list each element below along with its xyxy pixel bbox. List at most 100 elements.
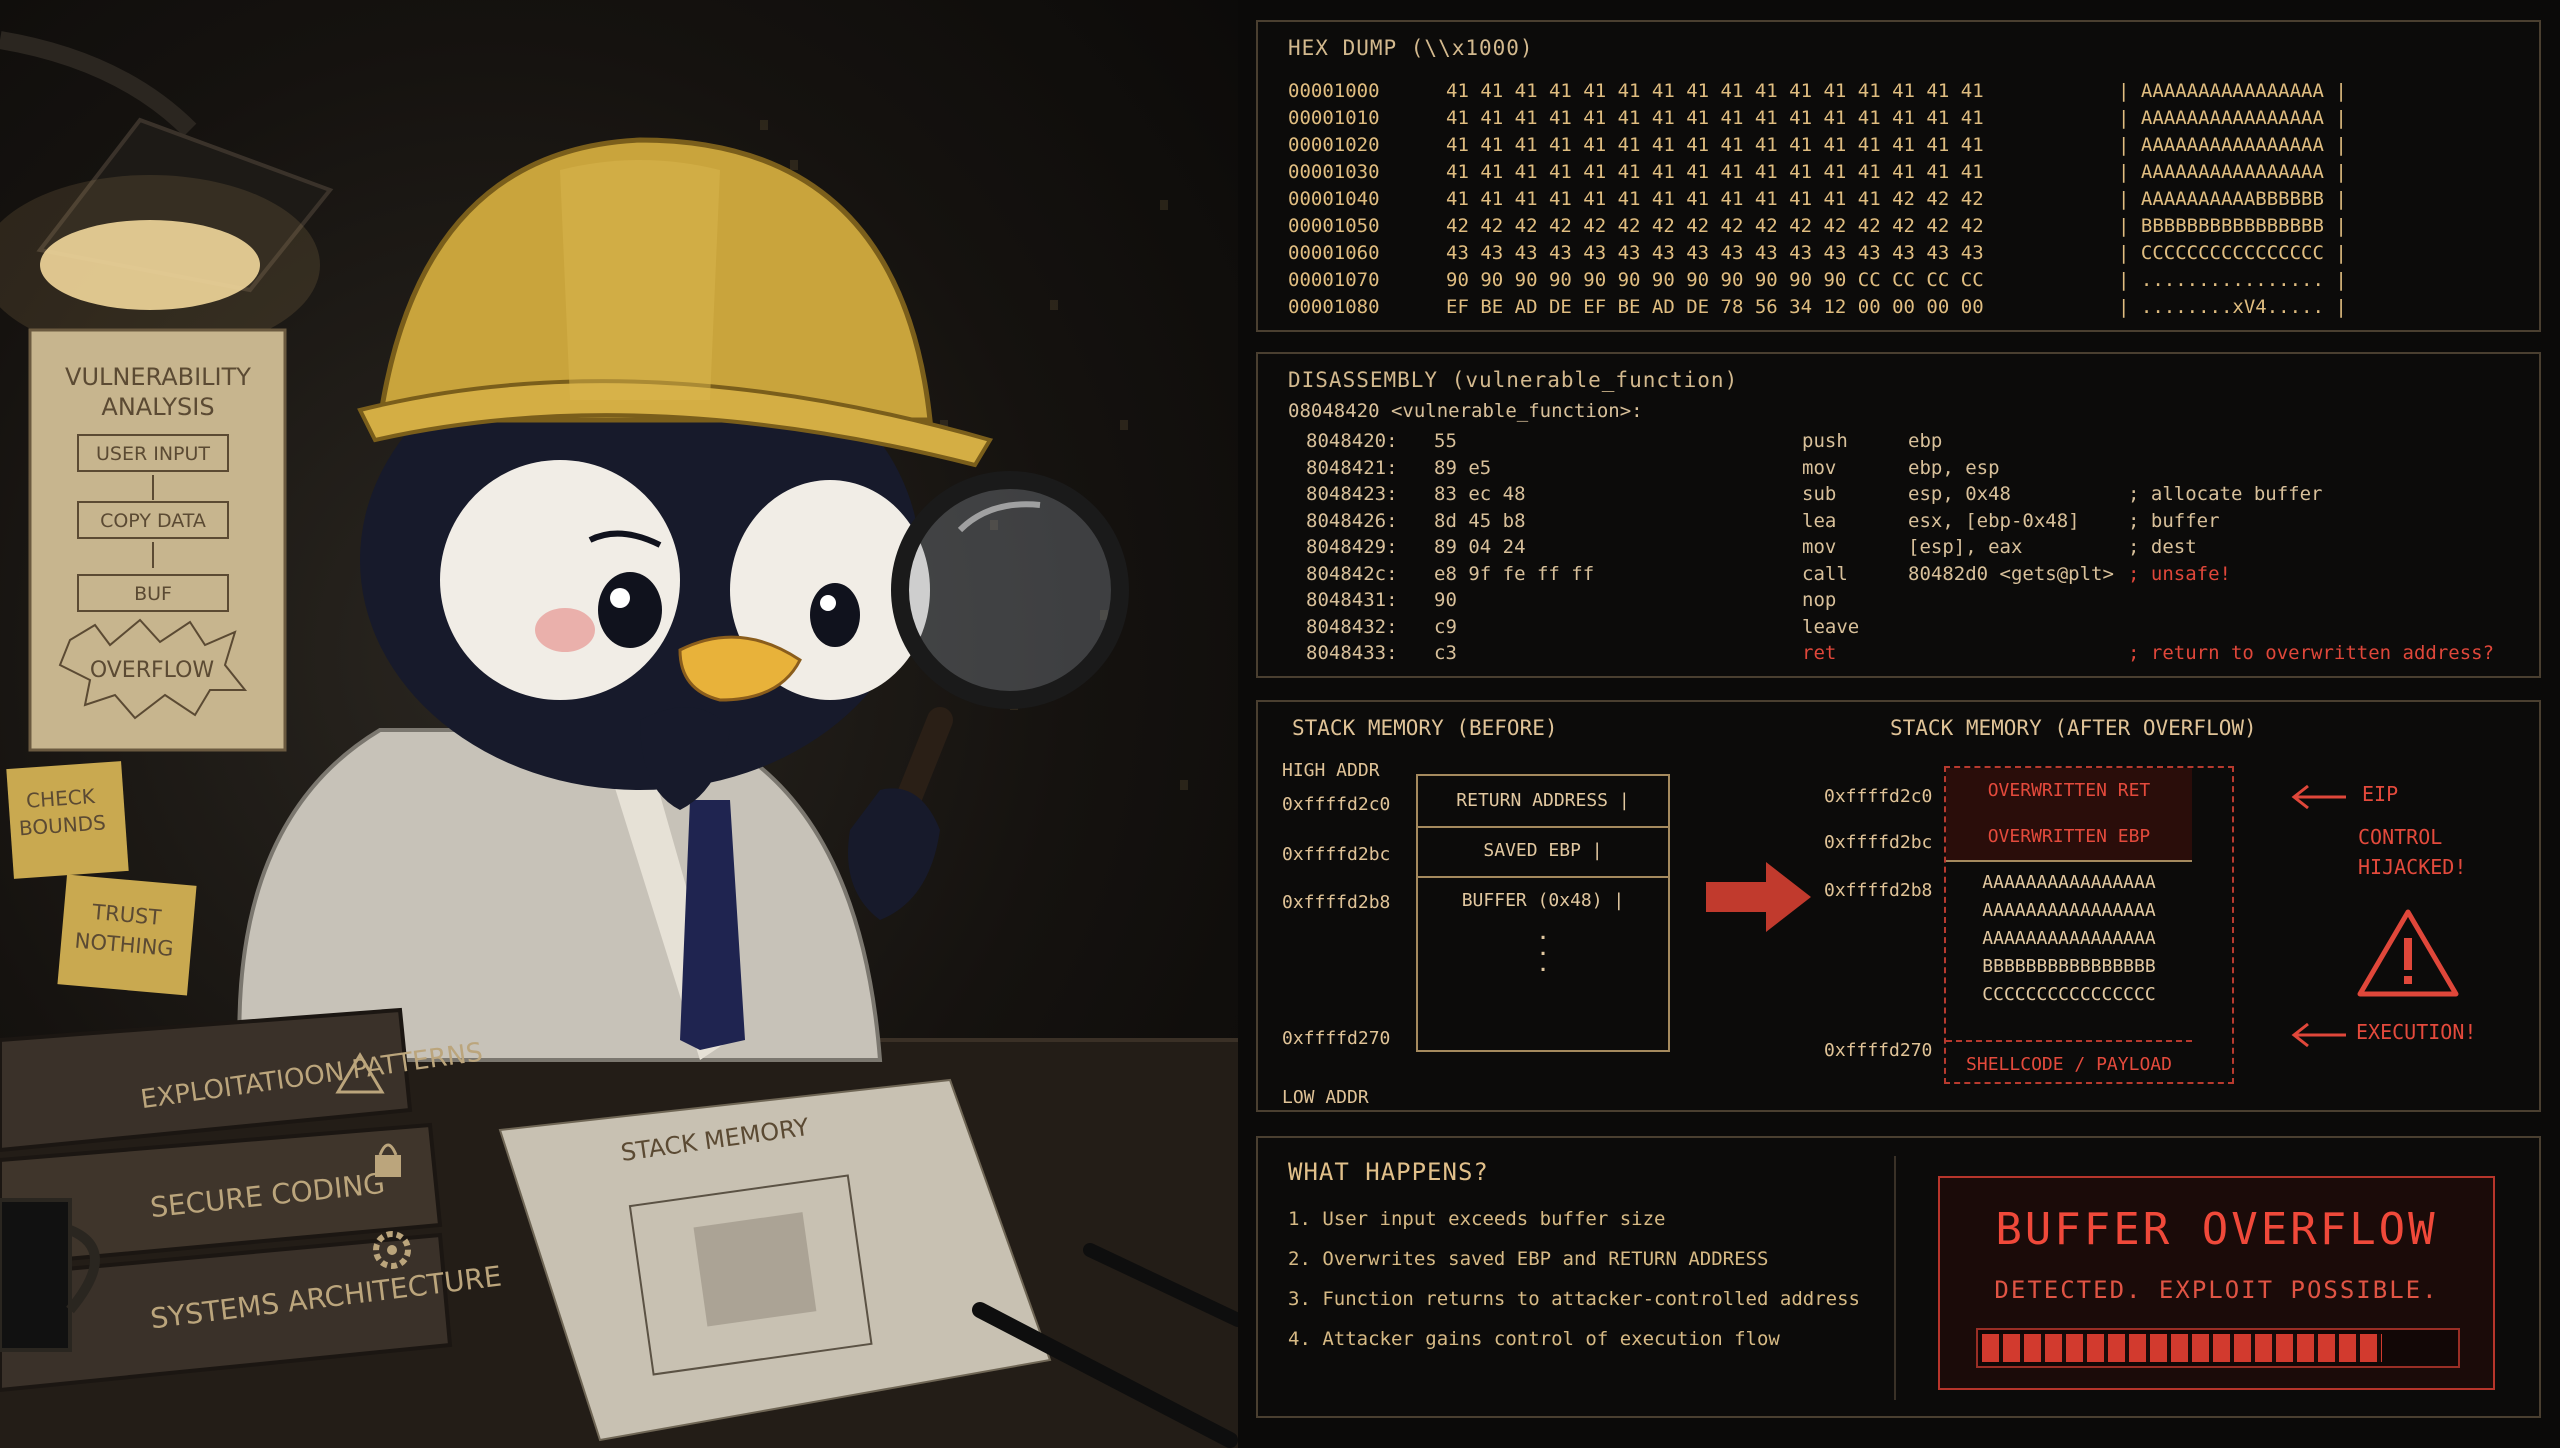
control-hijacked-label: CONTROL HIJACKED! [2358, 825, 2467, 879]
hex-ascii: | CCCCCCCCCCCCCCCC | [2118, 242, 2347, 264]
shellcode-slot: SHELLCODE / PAYLOAD [1946, 1040, 2192, 1086]
disasm-addr: 8048431: [1306, 589, 1398, 611]
slot-label: OVERWRITTEN EBP [1987, 826, 2151, 847]
disasm-op: leave [1802, 615, 1860, 638]
overflow-arrow-icon [1706, 862, 1811, 932]
alert-subtitle: DETECTED. EXPLOIT POSSIBLE. [1994, 1276, 2439, 1304]
stack-address: 0xffffd2b8 [1824, 880, 1933, 901]
return-address-slot: RETURN ADDRESS | [1418, 776, 1668, 828]
stack-after-frame: OVERWRITTEN RET OVERWRITTEN EBP AAAAAAAA… [1944, 766, 2234, 1084]
sign-text: ANALYSIS [101, 393, 214, 421]
overflow-fill-line: AAAAAAAAAAAAAAAA [1982, 900, 2156, 921]
function-header: 08048420 <vulnerable_function>: [1288, 400, 1643, 422]
hex-bytes: 43 43 43 43 43 43 43 43 43 43 43 43 43 4… [1446, 242, 1984, 264]
stack-address: 0xffffd2bc [1282, 844, 1391, 865]
overflow-fill-line: AAAAAAAAAAAAAAAA [1982, 928, 2156, 949]
sticky-note-check-bounds: CHECK BOUNDS [6, 761, 129, 879]
slot-label: RETURN ADDRESS | [1456, 790, 1630, 811]
hex-addr: 00001050 [1288, 215, 1380, 237]
lamp-icon [0, 31, 334, 355]
eip-label: EIP [2362, 782, 2399, 806]
hex-bytes: 41 41 41 41 41 41 41 41 41 41 41 41 41 4… [1446, 107, 1984, 129]
hex-bytes: 41 41 41 41 41 41 41 41 41 41 41 41 41 4… [1446, 161, 1984, 183]
disasm-row: 8048432: c9 leave [1288, 616, 2488, 642]
stack-address: 0xffffd2bc [1824, 832, 1933, 853]
disasm-comment: ; buffer [2128, 509, 2220, 532]
disasm-args: [esp], eax [1908, 536, 2023, 558]
sign-text: CHECK [25, 784, 96, 813]
disasm-op: ret [1802, 642, 1837, 664]
disasm-comment: ; dest [2128, 536, 2197, 558]
hex-addr: 00001080 [1288, 296, 1380, 318]
disasm-bytes: 8d 45 b8 [1434, 509, 1526, 532]
hex-addr: 00001010 [1288, 107, 1380, 129]
hex-bytes: 41 41 41 41 41 41 41 41 41 41 41 41 41 4… [1446, 134, 1984, 156]
hex-addr: 00001070 [1288, 269, 1380, 291]
hex-dump-panel: HEX DUMP (\\x1000) 00001000 41 41 41 41 4… [1256, 20, 2541, 332]
exploit-progress-bar [1976, 1328, 2460, 1368]
sign-step: BUF [134, 583, 172, 605]
disasm-comment: ; unsafe! [2128, 562, 2231, 585]
execution-arrow-icon [2291, 1022, 2346, 1048]
disasm-row: 8048421: 89 e5 mov ebp, esp [1288, 457, 2488, 483]
vulnerability-analysis-sign: VULNERABILITY ANALYSIS USER INPUT COPY D… [28, 328, 287, 752]
disasm-op: mov [1802, 456, 1837, 479]
disasm-args: ebp, esp [1908, 456, 2000, 479]
stack-address: 0xffffd270 [1282, 1028, 1391, 1049]
slot-label: SAVED EBP | [1483, 840, 1603, 861]
disasm-op: call [1802, 562, 1848, 585]
stack-address: 0xffffd2c0 [1824, 786, 1933, 807]
hex-ascii: | AAAAAAAAAAAAAAAA | [2118, 107, 2347, 129]
hex-bytes: 41 41 41 41 41 41 41 41 41 41 41 41 41 4… [1446, 188, 1984, 210]
illustration-penguin-analyst: VULNERABILITY ANALYSIS USER INPUT COPY D… [0, 0, 1238, 1448]
disasm-row: 8048433: c3 ret ; return to overwritten add… [1288, 642, 2494, 668]
sign-step: USER INPUT [96, 443, 210, 465]
disasm-addr: 8048432: [1306, 615, 1398, 638]
disasm-op: lea [1802, 509, 1837, 532]
hex-ascii: | ................ | [2118, 269, 2347, 291]
low-addr-label: LOW ADDR [1282, 1087, 1369, 1108]
buffer-ellipsis: . . . [1537, 923, 1549, 976]
sign-step: OVERFLOW [90, 658, 215, 683]
disassembly-title: DISASSEMBLY (vulnerable_function) [1288, 368, 1739, 392]
stack-before-frame: RETURN ADDRESS | SAVED EBP | BUFFER (0x4… [1416, 774, 1670, 1052]
hex-bytes: 42 42 42 42 42 42 42 42 42 42 42 42 42 4… [1446, 215, 1984, 237]
disasm-comment: ; allocate buffer [2128, 483, 2323, 505]
hex-ascii: | AAAAAAAAAAAAAAAA | [2118, 134, 2347, 156]
disasm-args: esp, 0x48 [1908, 483, 2011, 505]
disasm-op: sub [1802, 483, 1837, 505]
disasm-row: 8048426: 8d 45 b8 lea esx, [ebp-0x48] ; buff… [1288, 510, 2488, 536]
hex-addr: 00001000 [1288, 80, 1380, 102]
disasm-bytes: 89 04 24 [1434, 536, 1526, 558]
disasm-row: 8048420: 55 push ebp [1288, 430, 2488, 456]
disasm-addr: 8048426: [1306, 509, 1398, 532]
disasm-bytes: c3 [1434, 642, 1457, 664]
disasm-addr: 804842c: [1306, 562, 1398, 585]
disasm-bytes: 90 [1434, 589, 1457, 611]
hex-addr: 00001040 [1288, 188, 1380, 210]
execution-label: EXECUTION! [2356, 1020, 2477, 1044]
disasm-row: 8048431: 90 nop [1288, 589, 2488, 615]
hex-addr: 00001030 [1288, 161, 1380, 183]
disasm-addr: 8048433: [1306, 642, 1398, 664]
high-addr-label: HIGH ADDR [1282, 760, 1380, 781]
stack-address: 0xffffd270 [1824, 1040, 1933, 1061]
book-stack: EXPLOITATIOON PATTERNS SECURE CODING SYS… [0, 1007, 503, 1393]
sign-step: COPY DATA [100, 510, 206, 532]
hex-bytes: 90 90 90 90 90 90 90 90 90 90 90 90 CC C… [1446, 269, 1984, 291]
hex-addr: 00001060 [1288, 242, 1380, 264]
disasm-addr: 8048421: [1306, 456, 1398, 479]
disasm-args: ebp [1908, 430, 1943, 452]
overwritten-ebp-slot: OVERWRITTEN EBP [1946, 814, 2192, 862]
stack-address: 0xffffd2b8 [1282, 892, 1391, 913]
disasm-addr: 8048423: [1306, 483, 1398, 505]
step-item: 2. Overwrites saved EBP and RETURN ADDRE… [1288, 1248, 1769, 1270]
what-happens-panel: WHAT HAPPENS? 1. User input exceeds buff… [1256, 1136, 2541, 1418]
disasm-bytes: 89 e5 [1434, 456, 1492, 479]
disasm-bytes: 83 ec 48 [1434, 483, 1526, 505]
buffer-slot-label: BUFFER (0x48) | [1461, 890, 1625, 911]
hex-ascii: | BBBBBBBBBBBBBBBB | [2118, 215, 2347, 237]
saved-ebp-slot: SAVED EBP | [1418, 826, 1668, 878]
disasm-bytes: 55 [1434, 430, 1457, 452]
eip-arrow-icon [2291, 784, 2346, 810]
